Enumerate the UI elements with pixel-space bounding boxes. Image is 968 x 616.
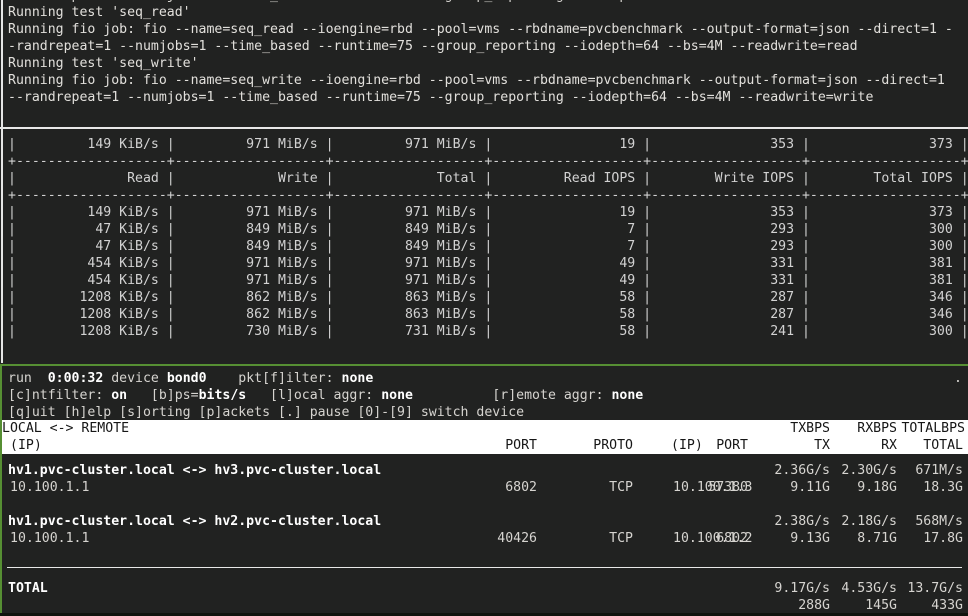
- activity-indicator-dot: .: [954, 370, 962, 387]
- connection-txbps: 2.36G/s: [774, 462, 830, 479]
- fio-line: -randrepeat=1 --numjobs=1 --time_based -…: [0, 38, 968, 55]
- header-totalbps: TOTALBPS: [901, 420, 965, 437]
- header-proto: PROTO: [593, 437, 633, 454]
- header-remote-ip: (IP): [671, 437, 703, 454]
- connection-rx: 9.18G: [857, 479, 897, 496]
- header-local-ip: (IP): [10, 437, 42, 454]
- fio-line: Running fio job: fio --name=seq_write --…: [0, 72, 968, 89]
- connection-remote-port: 6802: [716, 530, 748, 547]
- total-tx: 288G: [798, 597, 830, 614]
- jnettop-pane[interactable]: run 0:00:32 device bond0 pkt[f]ilter: no…: [0, 366, 968, 613]
- header-tx: TX: [814, 437, 830, 454]
- benchmark-table: | 149 KiB/s | 971 MiB/s | 971 MiB/s | 19…: [8, 136, 960, 340]
- connection-local-ip: 10.100.1.1: [10, 479, 89, 496]
- left-pane-border-inactive: [1, 0, 3, 363]
- total-totalbps: 13.7G/s: [907, 580, 963, 597]
- fio-line: Running fio job: fio --name=seq_read --i…: [0, 21, 968, 38]
- header-remote-port: PORT: [716, 437, 748, 454]
- total-divider: [7, 567, 962, 568]
- left-pane-border-active: [0, 366, 2, 613]
- jnettop-status-line-3: [q]uit [h]elp [s]orting [p]ackets [.] pa…: [8, 404, 524, 421]
- connection-proto: TCP: [609, 479, 633, 496]
- jnettop-status-line-1: run 0:00:32 device bond0 pkt[f]ilter: no…: [8, 370, 373, 387]
- total-label: TOTAL: [8, 580, 48, 597]
- terminal-screen[interactable]: --randrepeat=1 --numjobs=1 --time_based …: [0, 0, 968, 616]
- connection-local-ip: 10.100.1.1: [10, 530, 89, 547]
- fio-line: --randrepeat=1 --numjobs=1 --time_based …: [0, 89, 968, 106]
- jnettop-status-line-2: [c]ntfilter: on [b]ps=bits/s [l]ocal agg…: [8, 387, 643, 404]
- header-txbps: TXBPS: [790, 420, 830, 437]
- connection-rx: 8.71G: [857, 530, 897, 547]
- fio-line: Running test 'seq_read': [0, 4, 968, 21]
- fio-line: Running test 'seq_write': [0, 55, 968, 72]
- connection-totalbps: 671M/s: [915, 462, 963, 479]
- header-local-remote: LOCAL <-> REMOTE: [2, 420, 129, 437]
- connection-rxbps: 2.18G/s: [841, 513, 897, 530]
- connection-txbps: 2.38G/s: [774, 513, 830, 530]
- connection-row: hv1.pvc-cluster.local <-> hv2.pvc-cluste…: [0, 513, 968, 547]
- connection-totalbps: 568M/s: [915, 513, 963, 530]
- total-txbps: 9.17G/s: [774, 580, 830, 597]
- connection-rxbps: 2.30G/s: [841, 462, 897, 479]
- fio-output-pane[interactable]: --randrepeat=1 --numjobs=1 --time_based …: [0, 0, 968, 127]
- connection-tx: 9.11G: [790, 479, 830, 496]
- header-rxbps: RXBPS: [857, 420, 897, 437]
- total-rx: 145G: [865, 597, 897, 614]
- pane-divider-top: [0, 127, 968, 129]
- connection-row: hv1.pvc-cluster.local <-> hv3.pvc-cluste…: [0, 462, 968, 496]
- header-local-port: PORT: [505, 437, 537, 454]
- connection-local-port: 40426: [497, 530, 537, 547]
- connection-local-port: 6802: [505, 479, 537, 496]
- header-rx: RX: [881, 437, 897, 454]
- connection-total: 18.3G: [923, 479, 963, 496]
- connection-total: 17.8G: [923, 530, 963, 547]
- benchmark-pane[interactable]: | 149 KiB/s | 971 MiB/s | 971 MiB/s | 19…: [8, 136, 960, 356]
- total-total: 433G: [931, 597, 963, 614]
- total-rxbps: 4.53G/s: [841, 580, 897, 597]
- header-total: TOTAL: [923, 437, 963, 454]
- connection-hosts: hv1.pvc-cluster.local <-> hv2.pvc-cluste…: [8, 513, 381, 530]
- connection-tx: 9.13G: [790, 530, 830, 547]
- connection-remote-port: 57380: [708, 479, 748, 496]
- connection-proto: TCP: [609, 530, 633, 547]
- jnettop-table-header: LOCAL <-> REMOTE TXBPS RXBPS TOTALBPS (I…: [0, 420, 968, 454]
- connection-hosts: hv1.pvc-cluster.local <-> hv3.pvc-cluste…: [8, 462, 381, 479]
